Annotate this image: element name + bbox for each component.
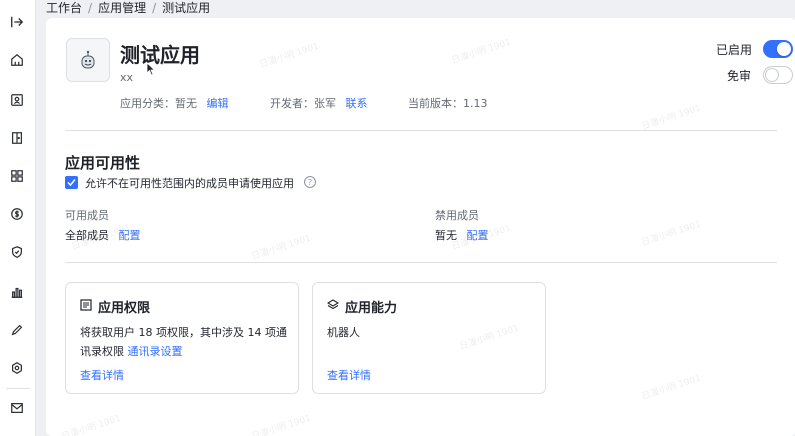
enabled-label: 已启用 [716,43,753,57]
breadcrumb-app-management[interactable]: 应用管理 [98,0,146,16]
app-permissions-text: 将获取用户 18 项权限，其中涉及 14 项通讯录权限 [80,326,287,358]
toggle-knob [765,68,779,82]
mail-icon[interactable] [9,400,25,416]
breadcrumb-separator: / [88,1,93,15]
app-version: 当前版本：1.13 [408,97,488,110]
app-description: xx [120,71,134,84]
banned-members: 暂无 配置 [435,227,489,243]
dollar-icon[interactable] [9,206,25,222]
pencil-icon[interactable] [9,322,25,338]
app-developer: 开发者：张军 联系 [270,95,368,111]
app-logo [66,38,110,82]
app-capabilities-body: 机器人 [327,326,360,339]
door-icon[interactable] [9,130,25,146]
allow-apply-checkbox[interactable] [65,176,78,189]
app-permissions-card: 应用权限 将获取用户 18 项权限，其中涉及 14 项通讯录权限 通讯录设置 查… [65,282,299,394]
contacts-icon[interactable] [9,92,25,108]
home-icon[interactable] [9,52,25,68]
toggle-knob [777,42,791,56]
sidebar [0,0,36,436]
contacts-settings-link[interactable]: 通讯录设置 [128,345,183,358]
banned-members-label: 禁用成员 [435,209,479,222]
expand-sidebar-icon[interactable] [9,14,25,30]
document-icon [80,299,92,311]
apps-grid-icon[interactable] [9,168,25,184]
sidebar-divider [6,388,30,389]
section-divider [65,262,777,263]
app-detail-panel: 测试应用 xx 应用分类：暂无 编辑 开发者：张军 联系 当前版本：1.13 已… [46,18,795,436]
app-capabilities-card: 应用能力 机器人 查看详情 [312,282,546,394]
edit-category-link[interactable]: 编辑 [207,97,229,110]
breadcrumb-workbench[interactable]: 工作台 [46,0,82,16]
configure-banned-link[interactable]: 配置 [467,229,489,242]
view-capabilities-details-link[interactable]: 查看详情 [327,367,371,383]
breadcrumb: 工作台 / 应用管理 / 测试应用 [46,0,210,16]
app-permissions-title: 应用权限 [98,301,151,316]
settings-icon[interactable] [9,360,25,376]
allow-apply-label: 允许不在可用性范围内的成员申请使用应用 [85,177,294,190]
breadcrumb-current: 测试应用 [162,1,211,15]
availability-title: 应用可用性 [65,154,141,172]
exempt-toggle[interactable] [763,66,793,84]
bar-chart-icon[interactable] [9,284,25,300]
banned-members-value: 暂无 [435,229,457,242]
available-members: 全部成员 配置 [65,227,141,243]
help-icon[interactable]: ? [304,176,316,188]
mouse-cursor-icon [146,62,156,76]
breadcrumb-separator: / [152,1,157,15]
app-permissions-body: 将获取用户 18 项权限，其中涉及 14 项通讯录权限 通讯录设置 [80,323,290,361]
section-divider [65,130,777,131]
configure-available-link[interactable]: 配置 [119,229,141,242]
exempt-label: 免审 [727,69,752,83]
app-developer-label: 开发者：张军 [270,97,336,110]
check-icon [67,179,76,187]
shield-icon[interactable] [9,244,25,260]
app-name: 测试应用 [120,43,200,67]
enabled-toggle[interactable] [763,40,793,58]
robot-icon [81,50,95,69]
view-permissions-details-link[interactable]: 查看详情 [80,367,124,383]
app-category-label: 应用分类：暂无 [120,97,197,110]
available-members-label: 可用成员 [65,209,109,222]
available-members-value: 全部成员 [65,229,109,242]
layers-icon [327,299,339,310]
app-capabilities-title: 应用能力 [345,301,398,316]
app-category: 应用分类：暂无 编辑 [120,95,229,111]
contact-developer-link[interactable]: 联系 [346,97,368,110]
